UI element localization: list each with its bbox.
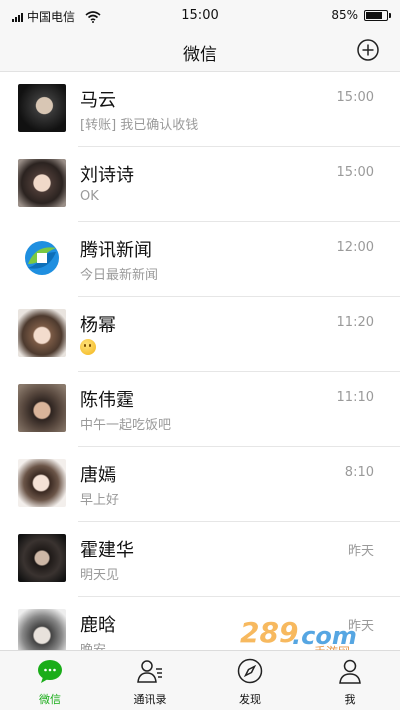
chat-time: 8:10 xyxy=(344,465,374,480)
battery-percent: 85% xyxy=(331,8,358,22)
chat-time: 昨天 xyxy=(347,619,374,634)
person-icon xyxy=(339,659,361,684)
tab-contacts[interactable]: 通讯录 xyxy=(100,651,200,710)
chat-row[interactable]: 腾讯新闻 今日最新新闻 12:00 xyxy=(0,222,400,297)
chat-name: 唐嫣 xyxy=(80,465,116,486)
contacts-icon xyxy=(137,660,162,683)
compass-icon xyxy=(237,658,263,684)
chat-preview: 中午一起吃饭吧 xyxy=(80,418,172,433)
avatar[interactable] xyxy=(18,384,66,432)
chat-preview: 明天见 xyxy=(80,568,120,583)
avatar[interactable] xyxy=(18,234,66,282)
tab-discover[interactable]: 发现 xyxy=(200,651,300,710)
tab-label: 发现 xyxy=(239,693,261,706)
chat-time: 15:00 xyxy=(336,165,374,180)
chat-name: 刘诗诗 xyxy=(80,165,134,186)
chat-bubble-icon xyxy=(38,660,62,683)
chat-preview: [转账] 我已确认收钱 xyxy=(80,118,199,133)
chat-preview: OK xyxy=(80,189,99,204)
page-title: 微信 xyxy=(183,45,217,65)
status-bar: 中国电信 15:00 85% xyxy=(0,0,400,30)
plus-circle-icon[interactable] xyxy=(356,38,380,62)
tencent-news-logo xyxy=(25,241,59,275)
chat-time: 12:00 xyxy=(336,240,374,255)
chat-name: 陈伟霆 xyxy=(80,390,134,411)
chat-row[interactable]: 马云 [转账] 我已确认收钱 15:00 xyxy=(0,72,400,147)
chat-row[interactable]: 唐嫣 早上好 8:10 xyxy=(0,447,400,522)
chat-row[interactable]: 霍建华 明天见 昨天 xyxy=(0,522,400,597)
nav-bar: 微信 xyxy=(0,30,400,72)
tab-label: 通讯录 xyxy=(133,693,167,706)
battery-icon xyxy=(364,9,391,21)
chat-name: 霍建华 xyxy=(80,540,134,561)
tab-chats[interactable]: 微信 xyxy=(0,651,100,710)
avatar[interactable] xyxy=(18,459,66,507)
avatar[interactable] xyxy=(18,84,66,132)
chat-time: 15:00 xyxy=(336,90,374,105)
tab-label: 我 xyxy=(344,693,356,706)
chat-row[interactable]: 刘诗诗 OK 15:00 xyxy=(0,147,400,222)
chat-preview: 今日最新新闻 xyxy=(80,268,159,283)
chat-time: 11:10 xyxy=(336,390,374,405)
avatar[interactable] xyxy=(18,609,66,650)
avatar[interactable] xyxy=(18,159,66,207)
chat-preview: 早上好 xyxy=(80,493,120,508)
status-right: 85% xyxy=(331,8,391,22)
chat-name: 马云 xyxy=(80,90,116,111)
chat-time: 昨天 xyxy=(347,544,374,559)
smiley-emoji-icon xyxy=(80,339,96,355)
tab-label: 微信 xyxy=(39,693,61,706)
chat-list: 马云 [转账] 我已确认收钱 15:00 刘诗诗 OK 15:00 腾讯新闻 今… xyxy=(0,72,400,650)
chat-name: 鹿晗 xyxy=(80,615,116,636)
chat-row[interactable]: 陈伟霆 中午一起吃饭吧 11:10 xyxy=(0,372,400,447)
chat-row[interactable]: 鹿晗 晚安 昨天 xyxy=(0,597,400,650)
avatar[interactable] xyxy=(18,309,66,357)
tab-bar: 微信 通讯录 发现 我 xyxy=(0,650,400,710)
battery-fill xyxy=(366,11,382,19)
chat-row[interactable]: 杨幂 11:20 xyxy=(0,297,400,372)
chat-time: 11:20 xyxy=(336,315,374,330)
chat-name: 杨幂 xyxy=(80,315,116,336)
tab-me[interactable]: 我 xyxy=(300,651,400,710)
avatar[interactable] xyxy=(18,534,66,582)
chat-preview xyxy=(80,339,96,355)
chat-name: 腾讯新闻 xyxy=(80,240,152,261)
chat-preview: 晚安 xyxy=(80,639,106,650)
